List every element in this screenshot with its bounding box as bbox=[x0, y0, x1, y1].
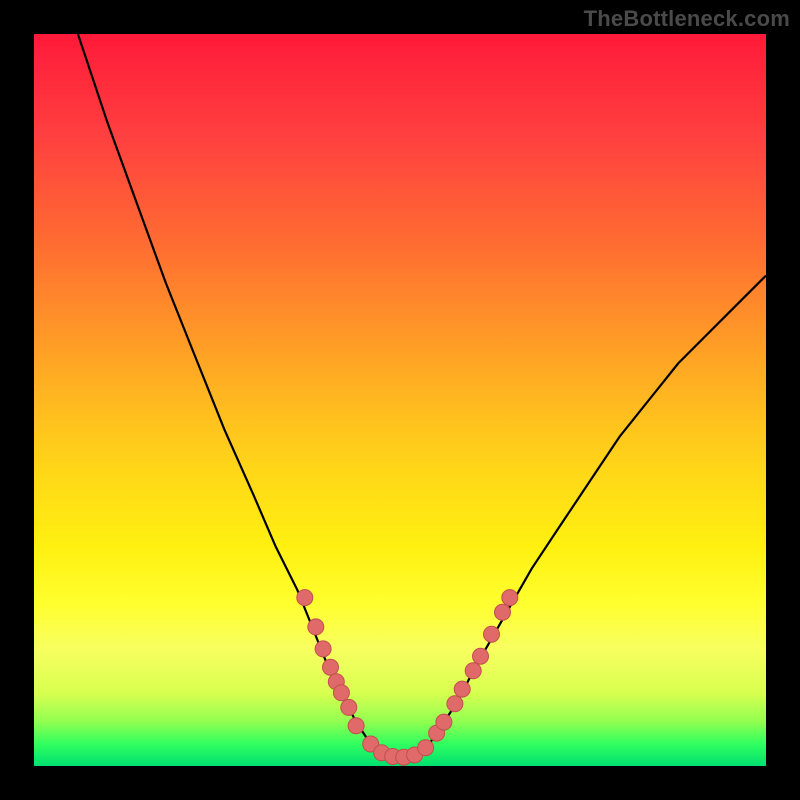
curve-marker bbox=[323, 659, 339, 675]
curve-marker bbox=[436, 714, 452, 730]
plot-area bbox=[34, 34, 766, 766]
curve-marker bbox=[473, 648, 489, 664]
curve-marker bbox=[333, 685, 349, 701]
curve-layer bbox=[34, 34, 766, 766]
curve-marker bbox=[308, 619, 324, 635]
curve-marker bbox=[502, 590, 518, 606]
bottleneck-curve bbox=[78, 34, 766, 759]
curve-marker bbox=[484, 626, 500, 642]
curve-marker bbox=[341, 699, 357, 715]
curve-marker bbox=[454, 681, 470, 697]
curve-marker bbox=[495, 604, 511, 620]
curve-marker bbox=[447, 696, 463, 712]
curve-markers bbox=[297, 590, 518, 766]
curve-marker bbox=[348, 718, 364, 734]
curve-marker bbox=[315, 641, 331, 657]
curve-marker bbox=[465, 663, 481, 679]
watermark-text: TheBottleneck.com bbox=[584, 6, 790, 32]
chart-frame: TheBottleneck.com bbox=[0, 0, 800, 800]
curve-marker bbox=[418, 740, 434, 756]
curve-marker bbox=[297, 590, 313, 606]
